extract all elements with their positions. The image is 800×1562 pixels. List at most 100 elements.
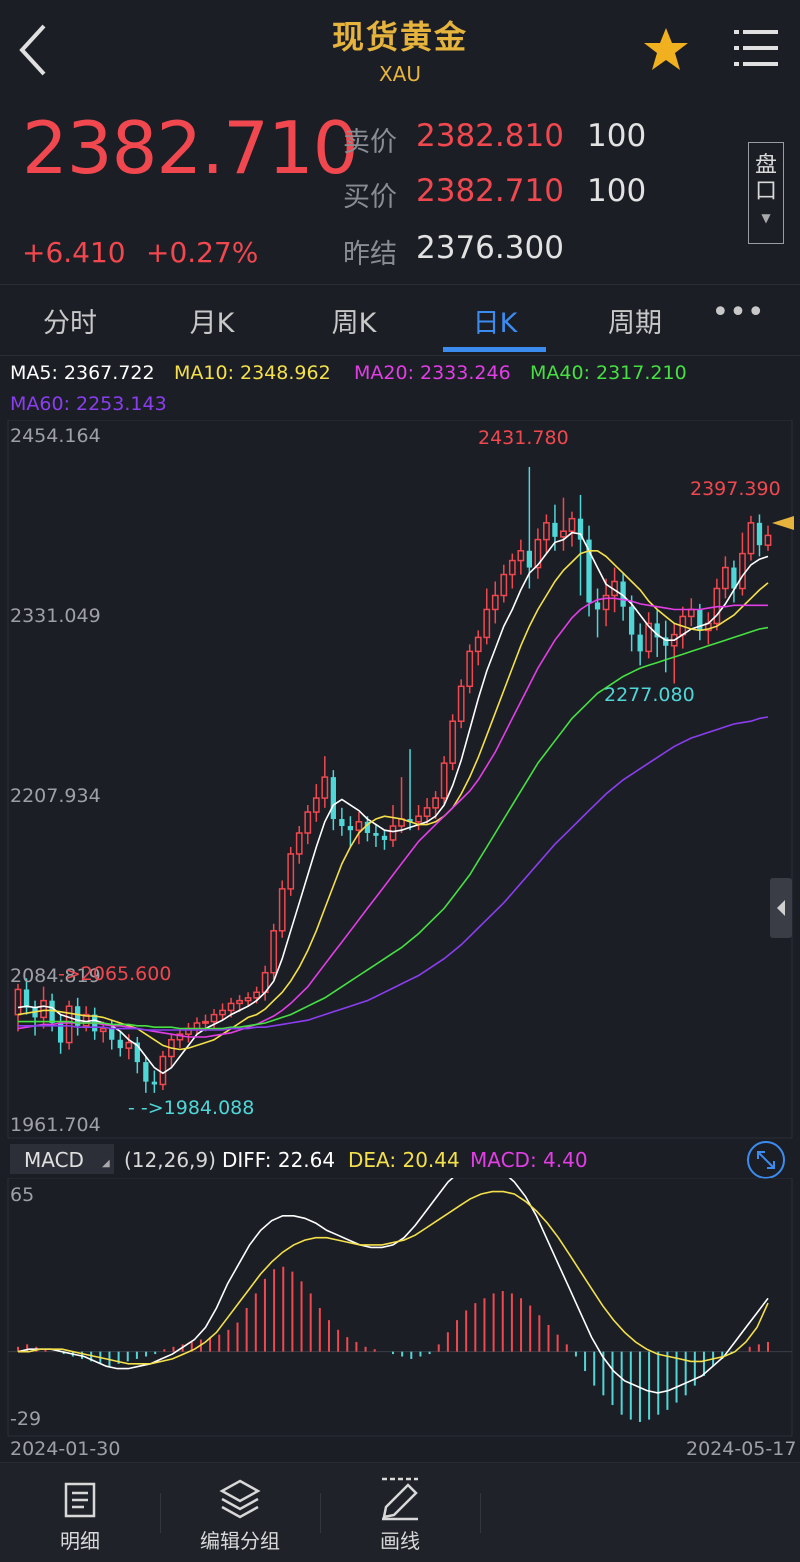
candle [151, 1070, 158, 1093]
tab-period[interactable]: 周期 [575, 301, 695, 340]
macd-chart[interactable] [0, 1178, 800, 1438]
candle [373, 824, 379, 847]
candle [663, 620, 669, 673]
prev-close-label: 昨结 [343, 239, 397, 270]
macd-selector[interactable]: MACD ◢ [10, 1144, 114, 1174]
document-icon [64, 1482, 96, 1518]
period-tabs: 分时 月K 周K 日K 周期 ••• [0, 284, 800, 356]
candle [483, 588, 491, 645]
order-book-label-2: 口 [754, 179, 777, 204]
menu-icon[interactable] [734, 28, 778, 68]
order-book-label-1: 盘 [754, 153, 777, 178]
macd-params: (12,26,9) [124, 1148, 216, 1172]
buy-label: 买价 [343, 182, 397, 213]
edit-group-button[interactable]: 编辑分组 [160, 1463, 320, 1562]
bottom-toolbar: 明细 编辑分组 画线 [0, 1462, 800, 1562]
fullscreen-icon[interactable] [746, 1140, 786, 1180]
candle [193, 1017, 201, 1035]
date-end: 2024-05-17 [686, 1438, 797, 1460]
macd-diff-line [17, 1178, 769, 1394]
recent-high-annotation: 2397.390 [690, 478, 781, 500]
chevron-left-icon [777, 900, 785, 916]
sell-price: 2382.810 [416, 118, 564, 154]
layers-icon [219, 1479, 261, 1519]
candle [687, 598, 695, 627]
macd-header: MACD ◢ (12,26,9) DIFF: 22.64 DEA: 20.44 … [0, 1140, 800, 1180]
candle [645, 612, 653, 659]
app-header: 现货黄金 XAU [0, 0, 800, 100]
candle [347, 816, 354, 847]
candle [219, 1003, 226, 1021]
last-price: 2382.710 [22, 106, 359, 190]
divider [480, 1493, 481, 1533]
candle [577, 494, 584, 596]
left-low-annotation: - ->1984.088 [128, 1097, 255, 1119]
ma40-value: MA40: 2317.210 [530, 362, 687, 384]
candle [117, 1031, 123, 1057]
candle [312, 784, 320, 822]
candle [731, 560, 737, 603]
candle [491, 581, 499, 624]
candle [407, 749, 413, 831]
buy-quantity: 100 [587, 173, 647, 209]
candle [134, 1036, 140, 1074]
low-annotation: 2277.080 [604, 684, 695, 706]
macd-axis-bottom: -29 [10, 1408, 42, 1430]
candle [500, 564, 508, 603]
candle [721, 556, 729, 599]
price-change: +6.410 [22, 236, 126, 269]
tab-intraday[interactable]: 分时 [10, 301, 130, 340]
candle [32, 1000, 38, 1036]
draw-line-button[interactable]: 画线 [320, 1463, 480, 1562]
high-annotation: 2431.780 [478, 427, 569, 449]
tab-monthly[interactable]: 月K [152, 301, 272, 340]
sell-label: 卖价 [343, 127, 397, 158]
candle [517, 539, 525, 575]
candle [168, 1034, 175, 1068]
sell-quantity: 100 [587, 118, 647, 154]
ma5-line [17, 531, 769, 1075]
price-axis-label: 2331.049 [10, 605, 101, 627]
edit-group-label: 编辑分组 [200, 1529, 280, 1553]
candle [543, 514, 550, 554]
favorite-star-icon[interactable] [642, 26, 690, 72]
candle [440, 756, 448, 806]
expand-panel-button[interactable] [770, 878, 792, 938]
candle [594, 588, 601, 638]
candle [670, 623, 678, 684]
candle [159, 1050, 167, 1091]
candlestick-chart[interactable] [0, 420, 800, 1140]
candle [637, 623, 643, 666]
macd-dea: DEA: 20.44 [348, 1148, 460, 1172]
candle [185, 1022, 192, 1043]
candle [176, 1028, 184, 1049]
candle [508, 553, 516, 589]
left-high-annotation: ->2065.600 [58, 963, 172, 985]
price-axis-label: 1961.704 [10, 1114, 101, 1136]
macd-dea-line [18, 1190, 769, 1365]
date-start: 2024-01-30 [10, 1438, 121, 1460]
buy-price: 2382.710 [416, 173, 564, 209]
candle [321, 756, 329, 808]
candle [57, 1014, 64, 1054]
details-label: 明细 [60, 1529, 100, 1553]
tab-daily[interactable]: 日K [435, 301, 555, 340]
candle [739, 532, 746, 596]
macd-label: MACD [24, 1148, 84, 1172]
details-button[interactable]: 明细 [0, 1463, 160, 1562]
current-price-marker-icon [772, 516, 794, 530]
candle [339, 807, 345, 836]
candle [747, 515, 755, 561]
candle [415, 805, 422, 831]
caret-down-icon: ▼ [761, 211, 771, 225]
price-change-percent: +0.27% [146, 236, 259, 269]
candle [381, 830, 388, 850]
tab-weekly[interactable]: 周K [294, 301, 414, 340]
more-icon[interactable]: ••• [678, 295, 798, 330]
candle [756, 514, 763, 557]
candle [474, 630, 482, 666]
order-book-button[interactable]: 盘 口 ▼ [748, 142, 784, 244]
candle [398, 777, 405, 833]
candle [330, 770, 336, 831]
candle [764, 525, 772, 551]
